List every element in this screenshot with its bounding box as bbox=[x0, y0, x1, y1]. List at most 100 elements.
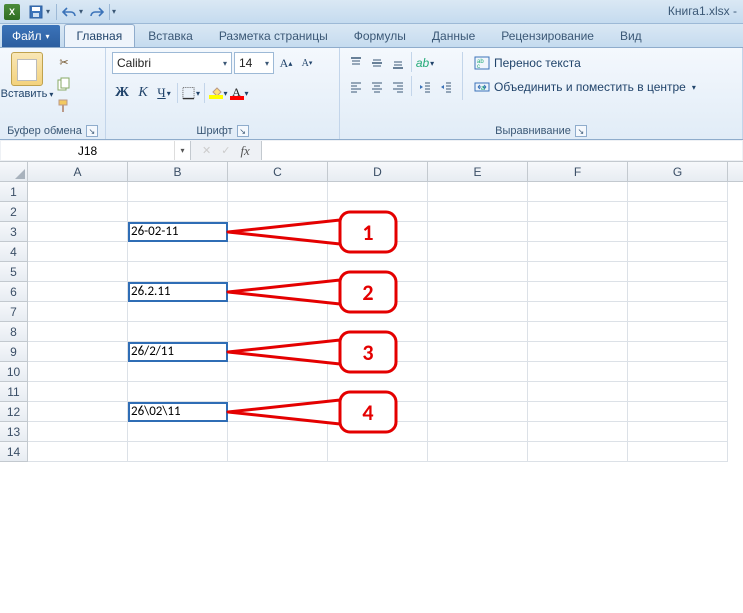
cell[interactable] bbox=[328, 242, 428, 262]
cell[interactable] bbox=[28, 382, 128, 402]
italic-button[interactable]: К bbox=[133, 82, 153, 104]
redo-icon[interactable] bbox=[87, 2, 107, 22]
font-name-combo[interactable]: Calibri▾ bbox=[112, 52, 232, 74]
decrease-indent-icon[interactable] bbox=[415, 76, 435, 98]
cell[interactable] bbox=[528, 242, 628, 262]
cell[interactable] bbox=[228, 362, 328, 382]
cell[interactable] bbox=[328, 202, 428, 222]
cell[interactable] bbox=[628, 282, 728, 302]
align-top-icon[interactable] bbox=[346, 52, 366, 74]
cell[interactable] bbox=[428, 442, 528, 462]
undo-dropdown-icon[interactable]: ▾ bbox=[79, 7, 87, 16]
decrease-font-icon[interactable]: A▾ bbox=[297, 52, 317, 74]
cell[interactable] bbox=[628, 182, 728, 202]
cell[interactable] bbox=[228, 242, 328, 262]
cell[interactable] bbox=[628, 222, 728, 242]
cell[interactable] bbox=[328, 302, 428, 322]
cell[interactable] bbox=[528, 342, 628, 362]
cell[interactable] bbox=[628, 262, 728, 282]
cell[interactable] bbox=[228, 222, 328, 242]
chevron-down-icon[interactable]: ▾ bbox=[174, 141, 190, 160]
cell[interactable] bbox=[128, 202, 228, 222]
cell[interactable] bbox=[428, 282, 528, 302]
cell[interactable] bbox=[528, 202, 628, 222]
cell[interactable] bbox=[128, 362, 228, 382]
row-header[interactable]: 6 bbox=[0, 282, 28, 302]
cell[interactable] bbox=[228, 442, 328, 462]
cell[interactable] bbox=[328, 402, 428, 422]
cell[interactable] bbox=[428, 302, 528, 322]
cell[interactable] bbox=[428, 182, 528, 202]
cell[interactable] bbox=[28, 302, 128, 322]
cell[interactable] bbox=[628, 442, 728, 462]
cell[interactable] bbox=[628, 302, 728, 322]
cell[interactable] bbox=[628, 322, 728, 342]
cell[interactable] bbox=[428, 322, 528, 342]
cell[interactable] bbox=[228, 282, 328, 302]
format-painter-icon[interactable] bbox=[54, 96, 74, 116]
cell[interactable] bbox=[428, 362, 528, 382]
row-header[interactable]: 5 bbox=[0, 262, 28, 282]
cell[interactable] bbox=[228, 402, 328, 422]
tab-review[interactable]: Рецензирование bbox=[488, 24, 607, 47]
col-header[interactable]: A bbox=[28, 162, 128, 181]
align-bottom-icon[interactable] bbox=[388, 52, 408, 74]
cell[interactable] bbox=[528, 362, 628, 382]
cell[interactable] bbox=[28, 242, 128, 262]
col-header[interactable]: G bbox=[628, 162, 728, 181]
cell[interactable] bbox=[28, 262, 128, 282]
cell[interactable] bbox=[628, 342, 728, 362]
cell[interactable] bbox=[228, 322, 328, 342]
cell[interactable] bbox=[228, 422, 328, 442]
align-middle-icon[interactable] bbox=[367, 52, 387, 74]
dialog-launcher-icon[interactable]: ↘ bbox=[237, 125, 249, 137]
fill-color-button[interactable]: ▾ bbox=[208, 82, 228, 104]
row-header[interactable]: 3 bbox=[0, 222, 28, 242]
increase-font-icon[interactable]: A▴ bbox=[276, 52, 296, 74]
row-header[interactable]: 10 bbox=[0, 362, 28, 382]
cell[interactable] bbox=[28, 442, 128, 462]
dialog-launcher-icon[interactable]: ↘ bbox=[86, 125, 98, 137]
file-tab[interactable]: Файл▾ bbox=[2, 25, 60, 47]
cell[interactable] bbox=[228, 382, 328, 402]
cell[interactable]: 26/2/11 bbox=[128, 342, 228, 362]
tab-view[interactable]: Вид bbox=[607, 24, 655, 47]
orientation-button[interactable]: ab▾ bbox=[415, 52, 435, 74]
cell[interactable] bbox=[528, 222, 628, 242]
save-icon[interactable] bbox=[26, 2, 46, 22]
col-header[interactable]: E bbox=[428, 162, 528, 181]
tab-page-layout[interactable]: Разметка страницы bbox=[206, 24, 341, 47]
cell[interactable] bbox=[228, 202, 328, 222]
col-header[interactable]: D bbox=[328, 162, 428, 181]
cell[interactable] bbox=[428, 382, 528, 402]
row-header[interactable]: 11 bbox=[0, 382, 28, 402]
row-header[interactable]: 7 bbox=[0, 302, 28, 322]
cell[interactable] bbox=[528, 322, 628, 342]
underline-button[interactable]: Ч▾ bbox=[154, 82, 174, 104]
row-header[interactable]: 13 bbox=[0, 422, 28, 442]
copy-icon[interactable] bbox=[54, 74, 74, 94]
qat-customize-icon[interactable]: ▾ bbox=[112, 7, 120, 16]
cell[interactable] bbox=[28, 182, 128, 202]
cell[interactable] bbox=[628, 362, 728, 382]
cell[interactable] bbox=[528, 302, 628, 322]
borders-button[interactable]: ▾ bbox=[181, 82, 201, 104]
cell[interactable] bbox=[328, 422, 428, 442]
cell[interactable] bbox=[28, 282, 128, 302]
cell[interactable] bbox=[528, 262, 628, 282]
cell[interactable] bbox=[428, 402, 528, 422]
cell[interactable] bbox=[28, 202, 128, 222]
row-header[interactable]: 2 bbox=[0, 202, 28, 222]
cell[interactable] bbox=[28, 362, 128, 382]
tab-home[interactable]: Главная bbox=[64, 24, 136, 47]
cell[interactable] bbox=[428, 202, 528, 222]
cell[interactable] bbox=[328, 182, 428, 202]
cell[interactable] bbox=[228, 302, 328, 322]
cell[interactable] bbox=[628, 402, 728, 422]
cell[interactable] bbox=[28, 322, 128, 342]
col-header[interactable]: F bbox=[528, 162, 628, 181]
cell[interactable]: 26.2.11 bbox=[128, 282, 228, 302]
dialog-launcher-icon[interactable]: ↘ bbox=[575, 125, 587, 137]
increase-indent-icon[interactable] bbox=[436, 76, 456, 98]
select-all-corner[interactable] bbox=[0, 162, 28, 181]
